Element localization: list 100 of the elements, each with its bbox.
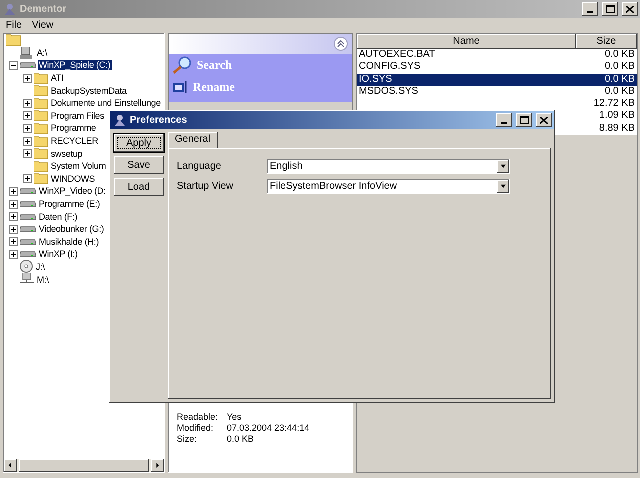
folder-icon xyxy=(34,72,48,84)
left-arrow-icon xyxy=(8,463,13,468)
expander-toggle[interactable] xyxy=(9,237,18,246)
expander-toggle[interactable] xyxy=(9,60,18,70)
file-size: 0.0 KB xyxy=(604,61,635,72)
tree-item[interactable]: RECYCLER xyxy=(50,136,100,146)
tab[interactable]: General xyxy=(168,132,218,148)
plus-icon xyxy=(25,151,30,156)
info-label: Modified: xyxy=(177,423,215,434)
folder-icon xyxy=(34,136,48,147)
tree-item[interactable]: WinXP_Spiele (C:) xyxy=(38,60,112,70)
expander-toggle[interactable] xyxy=(23,98,32,108)
tree-item[interactable]: WINDOWS xyxy=(50,174,96,184)
plus-icon xyxy=(11,202,16,207)
scrollbar-thumb[interactable] xyxy=(19,459,149,472)
info-value: 07.03.2004 23:44:14 xyxy=(227,423,311,434)
dialog-button[interactable]: Load xyxy=(114,178,164,196)
expander-toggle[interactable] xyxy=(9,200,18,209)
file-name: AUTOEXEC.BAT xyxy=(359,49,436,60)
file-size: 8.89 KB xyxy=(599,122,635,134)
file-size: 0.0 KB xyxy=(604,86,635,97)
magnifier-icon xyxy=(173,56,193,74)
expander-toggle[interactable] xyxy=(23,111,32,120)
drive-icon xyxy=(20,61,36,70)
drive-icon xyxy=(20,250,36,258)
close-button[interactable] xyxy=(536,113,552,127)
menu-item[interactable]: View xyxy=(32,20,54,31)
info-label: Readable: xyxy=(177,412,220,423)
dropdown[interactable]: FileSystemBrowser InfoView xyxy=(267,179,510,194)
network-drive-icon xyxy=(20,273,34,286)
dialog-button[interactable]: Save xyxy=(114,156,164,174)
expander-toggle[interactable] xyxy=(9,250,18,259)
file-row[interactable]: CONFIG.SYS 0.0 KB xyxy=(357,61,637,74)
rename-icon xyxy=(173,80,189,94)
tree-item[interactable]: A:\ xyxy=(36,48,48,58)
folder-icon xyxy=(34,148,48,160)
tree-item[interactable]: Dokumente und Einstellunge xyxy=(50,98,162,108)
disc-icon xyxy=(20,260,33,274)
tree-item[interactable]: BackupSystemData xyxy=(50,86,128,96)
expander-toggle[interactable] xyxy=(23,136,32,146)
field-label: Language xyxy=(177,160,222,174)
scroll-left-button[interactable] xyxy=(4,459,17,472)
expander-toggle[interactable] xyxy=(9,212,18,222)
drive-icon xyxy=(20,187,36,196)
file-row[interactable]: AUTOEXEC.BAT 0.0 KB xyxy=(357,49,637,62)
dropdown[interactable]: English xyxy=(267,159,510,174)
tree-item[interactable]: System Volum xyxy=(50,161,108,172)
title-bar: Dementor xyxy=(0,0,640,18)
tree-item[interactable]: Programme (E:) xyxy=(38,199,102,210)
drive-icon xyxy=(20,238,36,246)
file-size: 1.09 KB xyxy=(599,110,635,122)
plus-icon xyxy=(25,126,30,131)
scroll-right-button[interactable] xyxy=(151,459,164,472)
file-row[interactable]: MSDOS.SYS 0.0 KB xyxy=(357,86,637,98)
dropdown-arrow-icon xyxy=(500,184,506,189)
column-header[interactable]: Size xyxy=(576,34,637,49)
drive-icon xyxy=(20,200,36,208)
app-icon xyxy=(114,114,126,126)
file-size: 12.72 KB xyxy=(594,98,635,110)
field-label: Startup View xyxy=(177,180,235,194)
tree-item[interactable]: Musikhalde (H:) xyxy=(38,236,100,247)
expander-toggle[interactable] xyxy=(9,186,18,196)
expander-toggle[interactable] xyxy=(9,224,18,234)
file-name: MSDOS.SYS xyxy=(359,86,418,97)
file-size: 0.0 KB xyxy=(604,74,635,85)
tree-item[interactable]: Program Files xyxy=(50,110,106,121)
minimize-button[interactable] xyxy=(496,113,512,127)
close-button[interactable] xyxy=(622,2,638,16)
tree-item[interactable]: M:\ xyxy=(36,274,50,285)
folder-icon xyxy=(34,110,48,122)
tree-item[interactable]: WinXP_Video (D: xyxy=(38,186,107,196)
maximize-icon xyxy=(606,5,614,13)
column-header[interactable]: Name xyxy=(357,34,576,49)
maximize-button[interactable] xyxy=(602,2,618,16)
plus-icon xyxy=(11,226,16,232)
folder-icon xyxy=(34,122,48,134)
plus-icon xyxy=(11,239,16,244)
expander-toggle[interactable] xyxy=(23,149,32,158)
tree-item[interactable]: Daten (F:) xyxy=(38,212,79,222)
dropdown-arrow-icon xyxy=(500,164,506,169)
file-row[interactable]: 12.72 KB xyxy=(357,98,637,110)
menu-item[interactable]: File xyxy=(6,20,22,31)
tree-item[interactable]: swsetup xyxy=(50,148,84,159)
file-row[interactable]: IO.SYS 0.0 KB xyxy=(357,74,637,86)
tree-item[interactable]: Videobunker (G:) xyxy=(38,224,106,234)
minimize-button[interactable] xyxy=(582,2,598,16)
tree-item[interactable]: WinXP (I:) xyxy=(38,249,79,260)
dialog-button[interactable]: Apply xyxy=(114,134,164,152)
app-icon xyxy=(4,3,16,15)
tree-item[interactable]: J:\ xyxy=(35,262,46,272)
tree-item[interactable]: ATI xyxy=(50,73,65,84)
tree-item[interactable]: Programme xyxy=(50,123,98,134)
info-value: Yes xyxy=(227,412,243,423)
expander-toggle[interactable] xyxy=(23,174,32,184)
plus-icon xyxy=(25,100,30,106)
maximize-button[interactable] xyxy=(516,113,532,127)
expander-toggle[interactable] xyxy=(23,124,32,133)
expander-toggle[interactable] xyxy=(23,74,32,83)
close-icon xyxy=(626,6,634,12)
collapse-icon[interactable] xyxy=(334,37,348,51)
